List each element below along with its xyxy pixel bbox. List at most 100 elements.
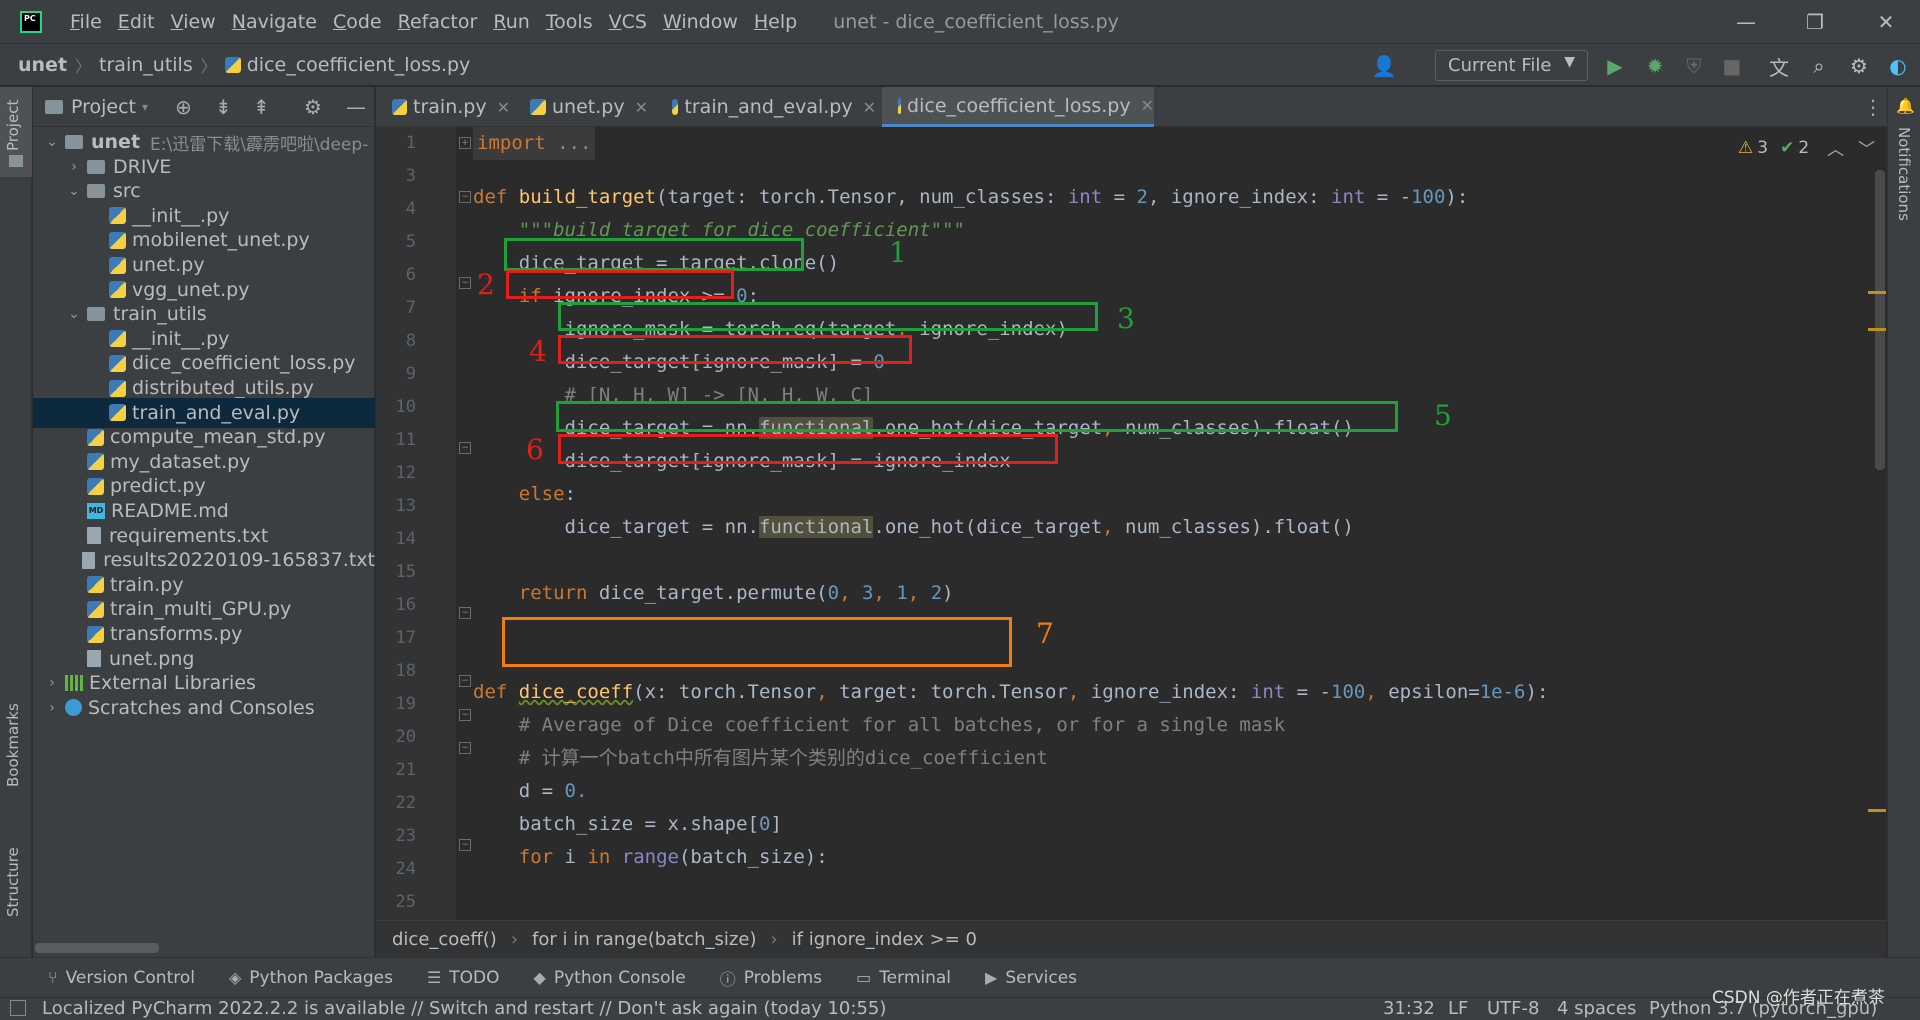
breadcrumb-file[interactable]: dice_coefficient_loss.py	[247, 54, 471, 76]
indent-setting[interactable]: 4 spaces	[1557, 998, 1636, 1020]
panel-toggle-icon[interactable]	[10, 1000, 26, 1016]
line-number: 22	[395, 793, 416, 813]
chevron-down-icon[interactable]: ⌄	[45, 134, 59, 150]
menu-code[interactable]: Code	[325, 11, 390, 33]
tree-item-label: __init__.py	[132, 327, 230, 350]
chevron-down-icon[interactable]: ﹀	[1858, 135, 1875, 160]
locate-target-icon[interactable]: ⊕	[175, 95, 192, 119]
fold-marker-icon[interactable]: −	[459, 607, 471, 619]
fold-marker-icon[interactable]: −	[459, 191, 471, 203]
menu-vcs[interactable]: VCS	[601, 11, 655, 33]
vertical-scrollbar[interactable]	[1875, 170, 1885, 470]
debug-icon[interactable]: ✹	[1641, 52, 1669, 80]
more-options-icon[interactable]: ⋮	[1863, 95, 1883, 119]
line-separator[interactable]: LF	[1448, 998, 1468, 1020]
expand-all-icon[interactable]: ⇟	[215, 95, 232, 119]
breadcrumb-loop[interactable]: for i in range(batch_size)	[532, 929, 756, 950]
fold-marker-icon[interactable]: −	[459, 839, 471, 851]
bell-icon[interactable]: 🔔	[1896, 97, 1915, 115]
chevron-down-icon[interactable]: ⌄	[67, 306, 81, 322]
code-line-24: batch_size = x.shape[0]	[473, 813, 782, 835]
code-editor[interactable]: 1 3 4 5 6 7 8 9 10 11 12 13 14 15 16 17 18 19 20 21 22 23 24 25…	[376, 127, 1886, 920]
python-file-icon	[87, 453, 104, 471]
tab-train-and-eval-py[interactable]: train_and_eval.py ✕	[656, 87, 876, 127]
menu-refactor[interactable]: Refactor	[390, 11, 486, 33]
menu-tools[interactable]: Tools	[538, 11, 601, 33]
stop-icon[interactable]: ■	[1718, 52, 1746, 80]
hide-panel-icon[interactable]: —	[346, 95, 366, 119]
tool-problems[interactable]: ⓘ Problems	[720, 966, 822, 990]
close-button[interactable]: ✕	[1856, 0, 1916, 43]
fold-marker-icon[interactable]: −	[459, 442, 471, 454]
tree-item-label: Scratches and Consoles	[88, 696, 315, 719]
fold-marker-icon[interactable]: −	[459, 742, 471, 754]
breadcrumb-project[interactable]: unet	[18, 54, 67, 76]
horizontal-scrollbar[interactable]	[35, 943, 159, 953]
close-tab-icon[interactable]: ✕	[863, 98, 876, 117]
fold-marker-icon[interactable]: −	[459, 709, 471, 721]
tab-train-py[interactable]: train.py ✕	[376, 87, 510, 127]
notifications-tool-label[interactable]: Notifications	[1895, 127, 1913, 221]
python-file-icon	[109, 256, 126, 274]
fold-marker-icon[interactable]: −	[459, 277, 471, 289]
settings-gear-icon[interactable]: ⚙	[1845, 52, 1873, 80]
file-encoding[interactable]: UTF-8	[1487, 998, 1539, 1020]
warning-marker[interactable]	[1868, 291, 1886, 294]
structure-tool-label[interactable]: Structure	[4, 847, 22, 917]
translate-icon[interactable]: 文	[1765, 52, 1793, 80]
project-tool-label[interactable]: Project	[4, 100, 22, 151]
run-configuration-select[interactable]: Current File ▼	[1435, 50, 1588, 81]
user-icon[interactable]: 👤	[1370, 52, 1398, 80]
code-line-15: dice_target = nn.functional.one_hot(dice…	[473, 516, 1354, 538]
breadcrumb-folder[interactable]: train_utils	[99, 54, 193, 76]
cursor-position[interactable]: 31:32	[1383, 998, 1435, 1020]
chevron-right-icon[interactable]: ›	[67, 159, 81, 175]
menu-view[interactable]: View	[163, 11, 224, 33]
chevron-right-icon[interactable]: ›	[45, 700, 59, 716]
tool-python-packages[interactable]: ◈ Python Packages	[229, 968, 393, 988]
breadcrumb-condition[interactable]: if ignore_index >= 0	[792, 929, 977, 950]
chevron-right-icon[interactable]: ›	[45, 675, 59, 691]
annotation-box-1	[504, 238, 804, 271]
settings-gear-icon[interactable]: ⚙	[304, 95, 322, 119]
menu-file[interactable]: File	[62, 11, 110, 33]
tree-item-label: compute_mean_std.py	[110, 426, 326, 449]
warning-marker[interactable]	[1868, 328, 1886, 331]
tool-python-console[interactable]: ◆ Python Console	[534, 968, 686, 988]
menu-help[interactable]: Help	[746, 11, 805, 33]
restore-button[interactable]: ❐	[1785, 0, 1845, 43]
bookmarks-tool-label[interactable]: Bookmarks	[4, 703, 22, 787]
run-icon[interactable]: ▶	[1601, 52, 1629, 80]
code-with-me-icon[interactable]: ◐	[1884, 52, 1912, 80]
tab-unet-py[interactable]: unet.py ✕	[514, 87, 654, 127]
menu-run[interactable]: Run	[485, 11, 537, 33]
tree-item-label: External Libraries	[89, 672, 256, 695]
close-tab-icon[interactable]: ✕	[497, 98, 510, 117]
tool-version-control[interactable]: ⑂ Version Control	[48, 968, 195, 988]
tree-item-scratches-and-consoles[interactable]: › Scratches and Consoles	[33, 693, 375, 723]
collapse-all-icon[interactable]: ⇞	[253, 95, 270, 119]
menu-window[interactable]: Window	[655, 11, 746, 33]
minimize-button[interactable]: —	[1716, 0, 1776, 43]
inspection-widget[interactable]: ⚠ 3 ✔ 2 ︿ ﹀	[1738, 135, 1875, 161]
chevron-up-icon[interactable]: ︿	[1827, 135, 1844, 160]
fold-marker-icon[interactable]: −	[459, 675, 471, 687]
warning-marker[interactable]	[1868, 809, 1886, 812]
coverage-icon[interactable]: ⛨	[1680, 52, 1708, 80]
tool-terminal[interactable]: ▭ Terminal	[856, 968, 951, 988]
menu-edit[interactable]: Edit	[110, 11, 163, 33]
line-number: 24	[395, 859, 416, 879]
dropdown-arrow-icon[interactable]: ▾	[142, 100, 148, 114]
tab-dice-coefficient-loss-py[interactable]: dice_coefficient_loss.py ✕	[882, 87, 1154, 127]
chevron-down-icon[interactable]: ⌄	[67, 183, 81, 199]
search-icon[interactable]: ⌕	[1805, 52, 1833, 80]
status-message[interactable]: Localized PyCharm 2022.2.2 is available …	[42, 998, 886, 1020]
close-tab-icon[interactable]: ✕	[635, 98, 648, 117]
breadcrumb-function[interactable]: dice_coeff()	[392, 929, 497, 950]
tool-services[interactable]: ▶ Services	[985, 968, 1077, 988]
menu-navigate[interactable]: Navigate	[224, 11, 325, 33]
tool-todo[interactable]: ☰ TODO	[427, 968, 500, 988]
close-tab-icon[interactable]: ✕	[1141, 96, 1154, 115]
fold-marker-icon[interactable]: +	[459, 137, 471, 149]
project-panel-title[interactable]: Project	[71, 96, 136, 118]
